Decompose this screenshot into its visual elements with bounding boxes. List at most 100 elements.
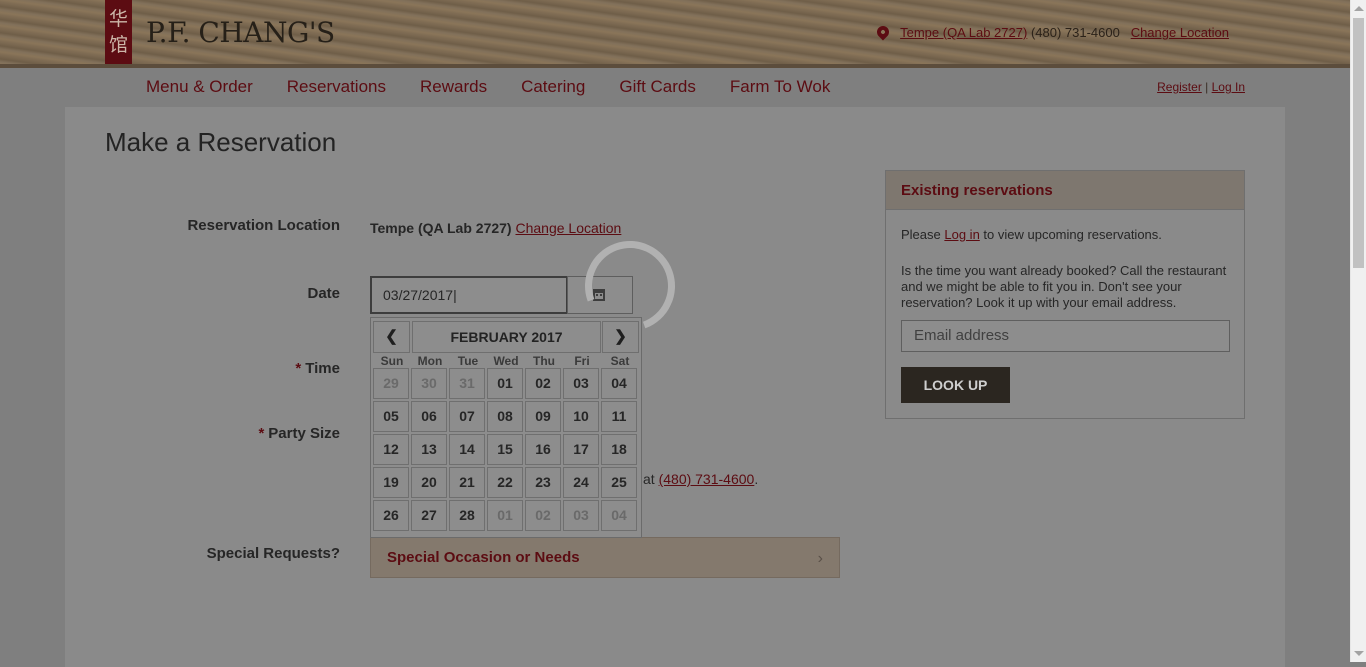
datepicker-month-title: FEBRUARY 2017 — [412, 321, 601, 353]
calendar-day[interactable]: 02 — [525, 368, 561, 399]
calendar-day[interactable]: 24 — [563, 467, 599, 498]
datepicker-weekdays: Sun Mon Tue Wed Thu Fri Sat — [373, 354, 639, 368]
auth-links: Register | Log In — [1157, 80, 1245, 94]
existing-reservations-panel: Existing reservations Please Log in to v… — [885, 170, 1245, 419]
calendar-day[interactable]: 09 — [525, 401, 561, 432]
calendar-day[interactable]: 11 — [601, 401, 637, 432]
date-label: Date — [307, 285, 340, 302]
calendar-day[interactable]: 27 — [411, 500, 447, 531]
weekday-label: Thu — [533, 354, 555, 368]
calendar-day[interactable]: 28 — [449, 500, 485, 531]
site-header: 华馆 P.F. CHANG'S Tempe (QA Lab 2727) (480… — [0, 0, 1350, 68]
header-phone: (480) 731-4600 — [1030, 25, 1120, 40]
time-label-text: Time — [305, 360, 340, 377]
special-occasion-toggle[interactable]: Special Occasion or Needs › — [370, 537, 840, 578]
weekday-label: Sat — [610, 354, 630, 368]
calendar-day[interactable]: 14 — [449, 434, 485, 465]
party-size-label-text: Party Size — [268, 425, 340, 442]
email-field[interactable]: Email address — [901, 320, 1230, 352]
calendar-day[interactable]: 06 — [411, 401, 447, 432]
scrollbar-thumb[interactable] — [1353, 18, 1364, 268]
calendar-day[interactable]: 13 — [411, 434, 447, 465]
weekday-label: Tue — [457, 354, 479, 368]
register-link[interactable]: Register — [1157, 80, 1202, 94]
location-link[interactable]: Tempe (QA Lab 2727) — [900, 25, 1027, 40]
nav-menu: Menu & Order Reservations Rewards Cateri… — [146, 77, 864, 97]
calendar-day[interactable]: 16 — [525, 434, 561, 465]
login-prompt: Please Log in to view upcoming reservati… — [901, 227, 1162, 242]
calendar-day[interactable]: 25 — [601, 467, 637, 498]
required-mark: * — [258, 425, 265, 442]
change-location-link[interactable]: Change Location — [515, 220, 621, 236]
weekday-label: Sun — [380, 354, 404, 368]
datepicker-popup: ❮ FEBRUARY 2017 ❯ Sun Mon Tue Wed Thu Fri Sat … — [370, 317, 642, 538]
login-link[interactable]: Log In — [1212, 80, 1245, 94]
location-value: Tempe (QA Lab 2727) Change Location — [370, 220, 621, 236]
look-up-button[interactable]: LOOK UP — [901, 367, 1010, 403]
scroll-down-icon[interactable] — [1354, 651, 1364, 656]
party-size-label: * Party Size — [258, 425, 340, 442]
map-pin-icon — [874, 23, 892, 41]
calendar-day[interactable]: 22 — [487, 467, 523, 498]
sidebar-login-link[interactable]: Log in — [944, 227, 979, 242]
calendar-day[interactable]: 29 — [373, 368, 409, 399]
scroll-up-icon[interactable] — [1354, 6, 1364, 11]
header-change-location-link[interactable]: Change Location — [1131, 25, 1229, 40]
calendar-day[interactable]: 03 — [563, 500, 599, 531]
page-title: Make a Reservation — [105, 127, 337, 157]
weekday-label: Fri — [574, 354, 590, 368]
chevron-right-icon: › — [817, 550, 823, 567]
nav-item-farm-to-wok[interactable]: Farm To Wok — [730, 77, 830, 97]
date-input[interactable]: 03/27/2017 — [370, 276, 568, 314]
calendar-day[interactable]: 17 — [563, 434, 599, 465]
phone-suffix: . — [754, 471, 759, 487]
nav-item-gift-cards[interactable]: Gift Cards — [619, 77, 696, 97]
calendar-day[interactable]: 21 — [449, 467, 485, 498]
location-name: Tempe (QA Lab 2727) — [370, 220, 512, 236]
calendar-day[interactable]: 02 — [525, 500, 561, 531]
logo[interactable]: P.F. CHANG'S — [146, 16, 335, 49]
auth-separator: | — [1205, 80, 1209, 94]
nav-item-reservations[interactable]: Reservations — [287, 77, 386, 97]
calendar-day[interactable]: 10 — [563, 401, 599, 432]
login-prompt-prefix: Please — [901, 227, 941, 242]
calendar-day[interactable]: 01 — [487, 368, 523, 399]
nav-item-rewards[interactable]: Rewards — [420, 77, 487, 97]
weekday-label: Wed — [493, 354, 519, 368]
call-restaurant-text: at (480) 731-4600. — [643, 471, 758, 487]
calendar-day[interactable]: 23 — [525, 467, 561, 498]
calendar-day[interactable]: 08 — [487, 401, 523, 432]
main-nav: Menu & Order Reservations Rewards Cateri… — [0, 68, 1350, 107]
weekday-label: Mon — [417, 354, 443, 368]
existing-reservations-heading: Existing reservations — [886, 171, 1244, 210]
time-label: * Time — [295, 360, 340, 377]
location-label: Reservation Location — [187, 217, 340, 234]
prev-month-button[interactable]: ❮ — [373, 321, 410, 353]
calendar-day[interactable]: 26 — [373, 500, 409, 531]
login-prompt-suffix: to view upcoming reservations. — [983, 227, 1162, 242]
datepicker-days: 29 30 31 01 02 03 04 05 06 07 08 09 10 11 12 13 14 15 16 17… — [373, 368, 639, 531]
calendar-day[interactable]: 19 — [373, 467, 409, 498]
required-mark: * — [295, 360, 302, 377]
calendar-day[interactable]: 07 — [449, 401, 485, 432]
nav-item-catering[interactable]: Catering — [521, 77, 585, 97]
calendar-day[interactable]: 15 — [487, 434, 523, 465]
calendar-day[interactable]: 12 — [373, 434, 409, 465]
calendar-day[interactable]: 04 — [601, 368, 637, 399]
restaurant-phone-link[interactable]: (480) 731-4600 — [659, 471, 755, 487]
calendar-day[interactable]: 05 — [373, 401, 409, 432]
calendar-day[interactable]: 01 — [487, 500, 523, 531]
special-requests-label: Special Requests? — [206, 545, 340, 562]
calendar-day[interactable]: 04 — [601, 500, 637, 531]
page-scrollbar[interactable] — [1350, 0, 1366, 662]
calendar-day[interactable]: 03 — [563, 368, 599, 399]
next-month-button[interactable]: ❯ — [602, 321, 639, 353]
logo-mark[interactable]: 华馆 — [105, 0, 132, 67]
nav-item-menu-order[interactable]: Menu & Order — [146, 77, 253, 97]
calendar-day[interactable]: 31 — [449, 368, 485, 399]
calendar-day[interactable]: 20 — [411, 467, 447, 498]
calendar-day[interactable]: 30 — [411, 368, 447, 399]
calendar-day[interactable]: 18 — [601, 434, 637, 465]
special-occasion-label: Special Occasion or Needs — [387, 549, 580, 566]
lookup-help-text: Is the time you want already booked? Cal… — [901, 263, 1227, 310]
